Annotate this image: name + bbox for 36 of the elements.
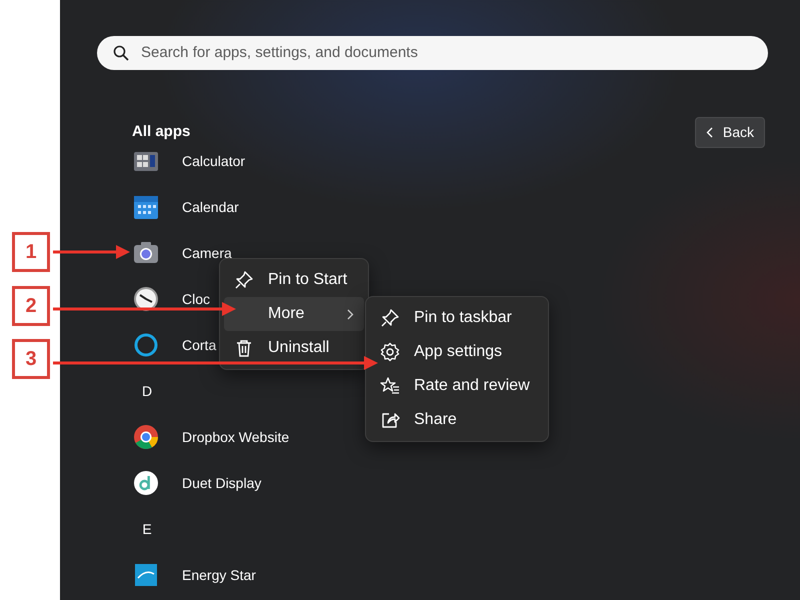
menu-item[interactable]: App settings [370, 335, 544, 369]
search-icon [113, 45, 129, 61]
chevron-right-icon [347, 308, 354, 320]
duet-icon [132, 469, 160, 497]
search-field[interactable]: Search for apps, settings, and documents [97, 36, 768, 70]
menu-item[interactable]: More [224, 297, 364, 331]
chevron-left-icon [706, 127, 713, 138]
energy-icon [132, 561, 160, 589]
star-list-icon [380, 376, 400, 396]
pin-icon [380, 308, 400, 328]
letter-heading: E [141, 520, 153, 538]
menu-item[interactable]: Rate and review [370, 369, 544, 403]
calendar-icon [132, 193, 160, 221]
app-list-item[interactable]: Energy Star [132, 552, 256, 598]
menu-item[interactable]: Share [370, 403, 544, 437]
trash-icon [234, 338, 254, 358]
gear-icon [380, 342, 400, 362]
search-input[interactable]: Search for apps, settings, and documents [139, 40, 752, 66]
ring-icon [132, 331, 160, 359]
app-list-item[interactable]: Cloc [132, 276, 210, 322]
step-number: 2 [12, 286, 50, 326]
step-number: 3 [12, 339, 50, 379]
app-list-item[interactable]: Dropbox Website [132, 414, 290, 460]
section-title: All apps [132, 122, 190, 142]
letter-heading: D [140, 382, 154, 400]
menu-item[interactable]: Pin to taskbar [370, 301, 544, 335]
app-list-item[interactable]: Calculator [132, 151, 246, 184]
app-list-item[interactable]: Duet Display [132, 460, 262, 506]
menu-item[interactable]: Uninstall [224, 331, 364, 365]
clock-icon [132, 285, 160, 313]
app-list-item[interactable]: Corta [132, 322, 216, 368]
back-button[interactable]: Back [694, 117, 765, 148]
pin-icon [234, 270, 254, 290]
app-list-item[interactable]: Calendar [132, 184, 239, 230]
browser-icon [132, 423, 160, 451]
step-number: 1 [12, 232, 50, 272]
